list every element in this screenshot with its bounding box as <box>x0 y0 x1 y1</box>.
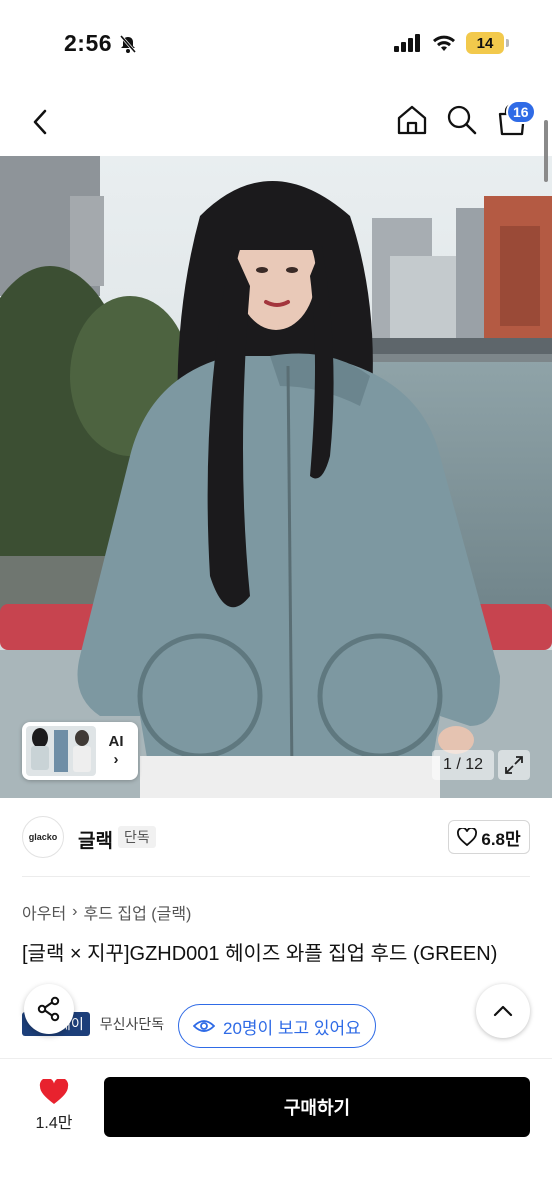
back-arrow-icon <box>33 109 47 135</box>
cart-count-badge: 16 <box>506 100 536 124</box>
status-icons: 14 <box>394 32 509 54</box>
scroll-indicator <box>544 120 548 182</box>
breadcrumb: 아우터 › 후드 집업 (글랙) <box>22 900 191 924</box>
product-photo <box>0 156 552 798</box>
musinsa-exclusive-badge: 무신사단독 <box>99 1016 165 1032</box>
viewers-pill: 20명이 보고 있어요 <box>178 1004 376 1048</box>
bell-slash-icon <box>119 34 137 53</box>
scroll-to-top-button[interactable] <box>476 984 530 1038</box>
brand-logo[interactable]: glacko <box>22 816 64 858</box>
share-icon <box>37 996 60 1022</box>
buy-button[interactable]: 구매하기 <box>104 1077 530 1137</box>
brand-like-button[interactable]: 6.8만 <box>448 820 530 854</box>
image-counter: 1 / 12 <box>432 750 494 780</box>
exclusive-tag: 단독 <box>118 826 156 848</box>
chevron-up-icon <box>493 1005 513 1017</box>
battery-indicator: 14 <box>466 32 509 54</box>
wifi-icon <box>433 35 455 51</box>
chevron-right-icon: › <box>113 751 119 768</box>
home-button[interactable] <box>394 102 430 138</box>
wishlist-count: 1.4만 <box>35 1115 73 1132</box>
status-bar: 2:56 14 <box>0 0 552 92</box>
back-button[interactable] <box>22 104 58 140</box>
home-icon <box>397 105 427 135</box>
heart-icon <box>39 1079 69 1104</box>
ai-label: AI <box>108 733 124 750</box>
wishlist-button[interactable]: 1.4만 <box>22 1079 86 1133</box>
search-button[interactable] <box>444 102 480 138</box>
time-text: 2:56 <box>64 30 113 56</box>
expand-button[interactable] <box>498 750 530 780</box>
ai-look-thumbnail <box>26 726 96 776</box>
viewers-text: 20명이 보고 있어요 <box>223 1018 361 1038</box>
divider <box>22 876 530 877</box>
top-nav-bar <box>0 92 552 156</box>
signal-icon <box>394 34 420 52</box>
product-title: [글랙 × 지꾸]GZHD001 헤이즈 와플 집업 후드 (GREEN) <box>22 943 498 965</box>
breadcrumb-separator-icon: › <box>72 903 78 920</box>
battery-level: 14 <box>476 34 494 52</box>
status-time: 2:56 <box>64 30 138 57</box>
search-icon <box>447 105 477 135</box>
eye-icon <box>193 1020 215 1032</box>
heart-outline-icon <box>457 828 478 846</box>
brand-logo-text: glacko <box>28 832 58 842</box>
brand-name[interactable]: 글랙 <box>78 826 113 853</box>
product-image[interactable] <box>0 156 552 798</box>
expand-icon <box>505 756 523 774</box>
brand-like-count: 6.8만 <box>481 829 521 849</box>
ai-look-chip[interactable]: AI › <box>22 722 138 780</box>
breadcrumb-item[interactable]: 후드 집업 (글랙) <box>84 900 192 924</box>
brand-row: glacko 글랙 단독 6.8만 <box>0 812 552 876</box>
breadcrumb-item[interactable]: 아우터 <box>22 900 66 924</box>
share-button[interactable] <box>24 984 74 1034</box>
ai-label-group: AI › <box>100 733 132 769</box>
bottom-purchase-bar: 1.4만 구매하기 <box>0 1058 552 1200</box>
